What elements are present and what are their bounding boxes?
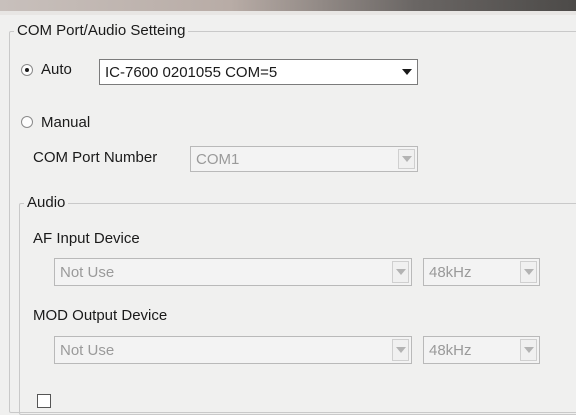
- mod-output-rate-dropdown-button[interactable]: [520, 339, 537, 361]
- af-input-rate-dropdown-button[interactable]: [520, 261, 537, 283]
- com-port-number-select[interactable]: COM1: [190, 146, 418, 172]
- chevron-down-icon: [395, 269, 406, 275]
- manual-radio-button[interactable]: [21, 116, 33, 128]
- mod-output-device-value: Not Use: [60, 341, 115, 359]
- af-input-device-label: AF Input Device: [33, 230, 140, 247]
- window-frame-top: [0, 0, 576, 11]
- com-audio-groupbox-title: COM Port/Audio Setteing: [14, 22, 189, 40]
- com-port-number-value: COM1: [196, 150, 240, 168]
- auto-device-select[interactable]: IC-7600 0201055 COM=5: [99, 59, 418, 85]
- mod-output-device-dropdown-button[interactable]: [392, 339, 409, 361]
- mod-output-device-label: MOD Output Device: [33, 307, 168, 324]
- mod-output-device-select[interactable]: Not Use: [54, 336, 412, 364]
- mod-output-rate-value: 48kHz: [429, 341, 472, 359]
- chevron-down-icon: [395, 347, 406, 353]
- radio-selected-dot: [25, 68, 29, 72]
- auto-device-dropdown-button[interactable]: [398, 62, 415, 82]
- af-input-rate-value: 48kHz: [429, 263, 472, 281]
- af-input-device-dropdown-button[interactable]: [392, 261, 409, 283]
- com-port-dropdown-button[interactable]: [398, 149, 415, 169]
- manual-radio-label[interactable]: Manual: [41, 114, 90, 132]
- com-port-number-label: COM Port Number: [33, 149, 158, 166]
- chevron-down-icon: [523, 347, 534, 353]
- chevron-down-icon: [401, 69, 412, 75]
- audio-option-checkbox[interactable]: [37, 394, 51, 408]
- af-input-device-select[interactable]: Not Use: [54, 258, 412, 286]
- auto-device-value: IC-7600 0201055 COM=5: [105, 63, 278, 81]
- auto-radio-label[interactable]: Auto: [41, 61, 72, 79]
- chevron-down-icon: [523, 269, 534, 275]
- chevron-down-icon: [401, 156, 412, 162]
- auto-radio-button[interactable]: [21, 64, 33, 76]
- window-frame-edge: [0, 11, 576, 15]
- audio-groupbox-title: Audio: [24, 194, 69, 212]
- af-input-rate-select[interactable]: 48kHz: [423, 258, 540, 286]
- mod-output-rate-select[interactable]: 48kHz: [423, 336, 540, 364]
- af-input-device-value: Not Use: [60, 263, 115, 281]
